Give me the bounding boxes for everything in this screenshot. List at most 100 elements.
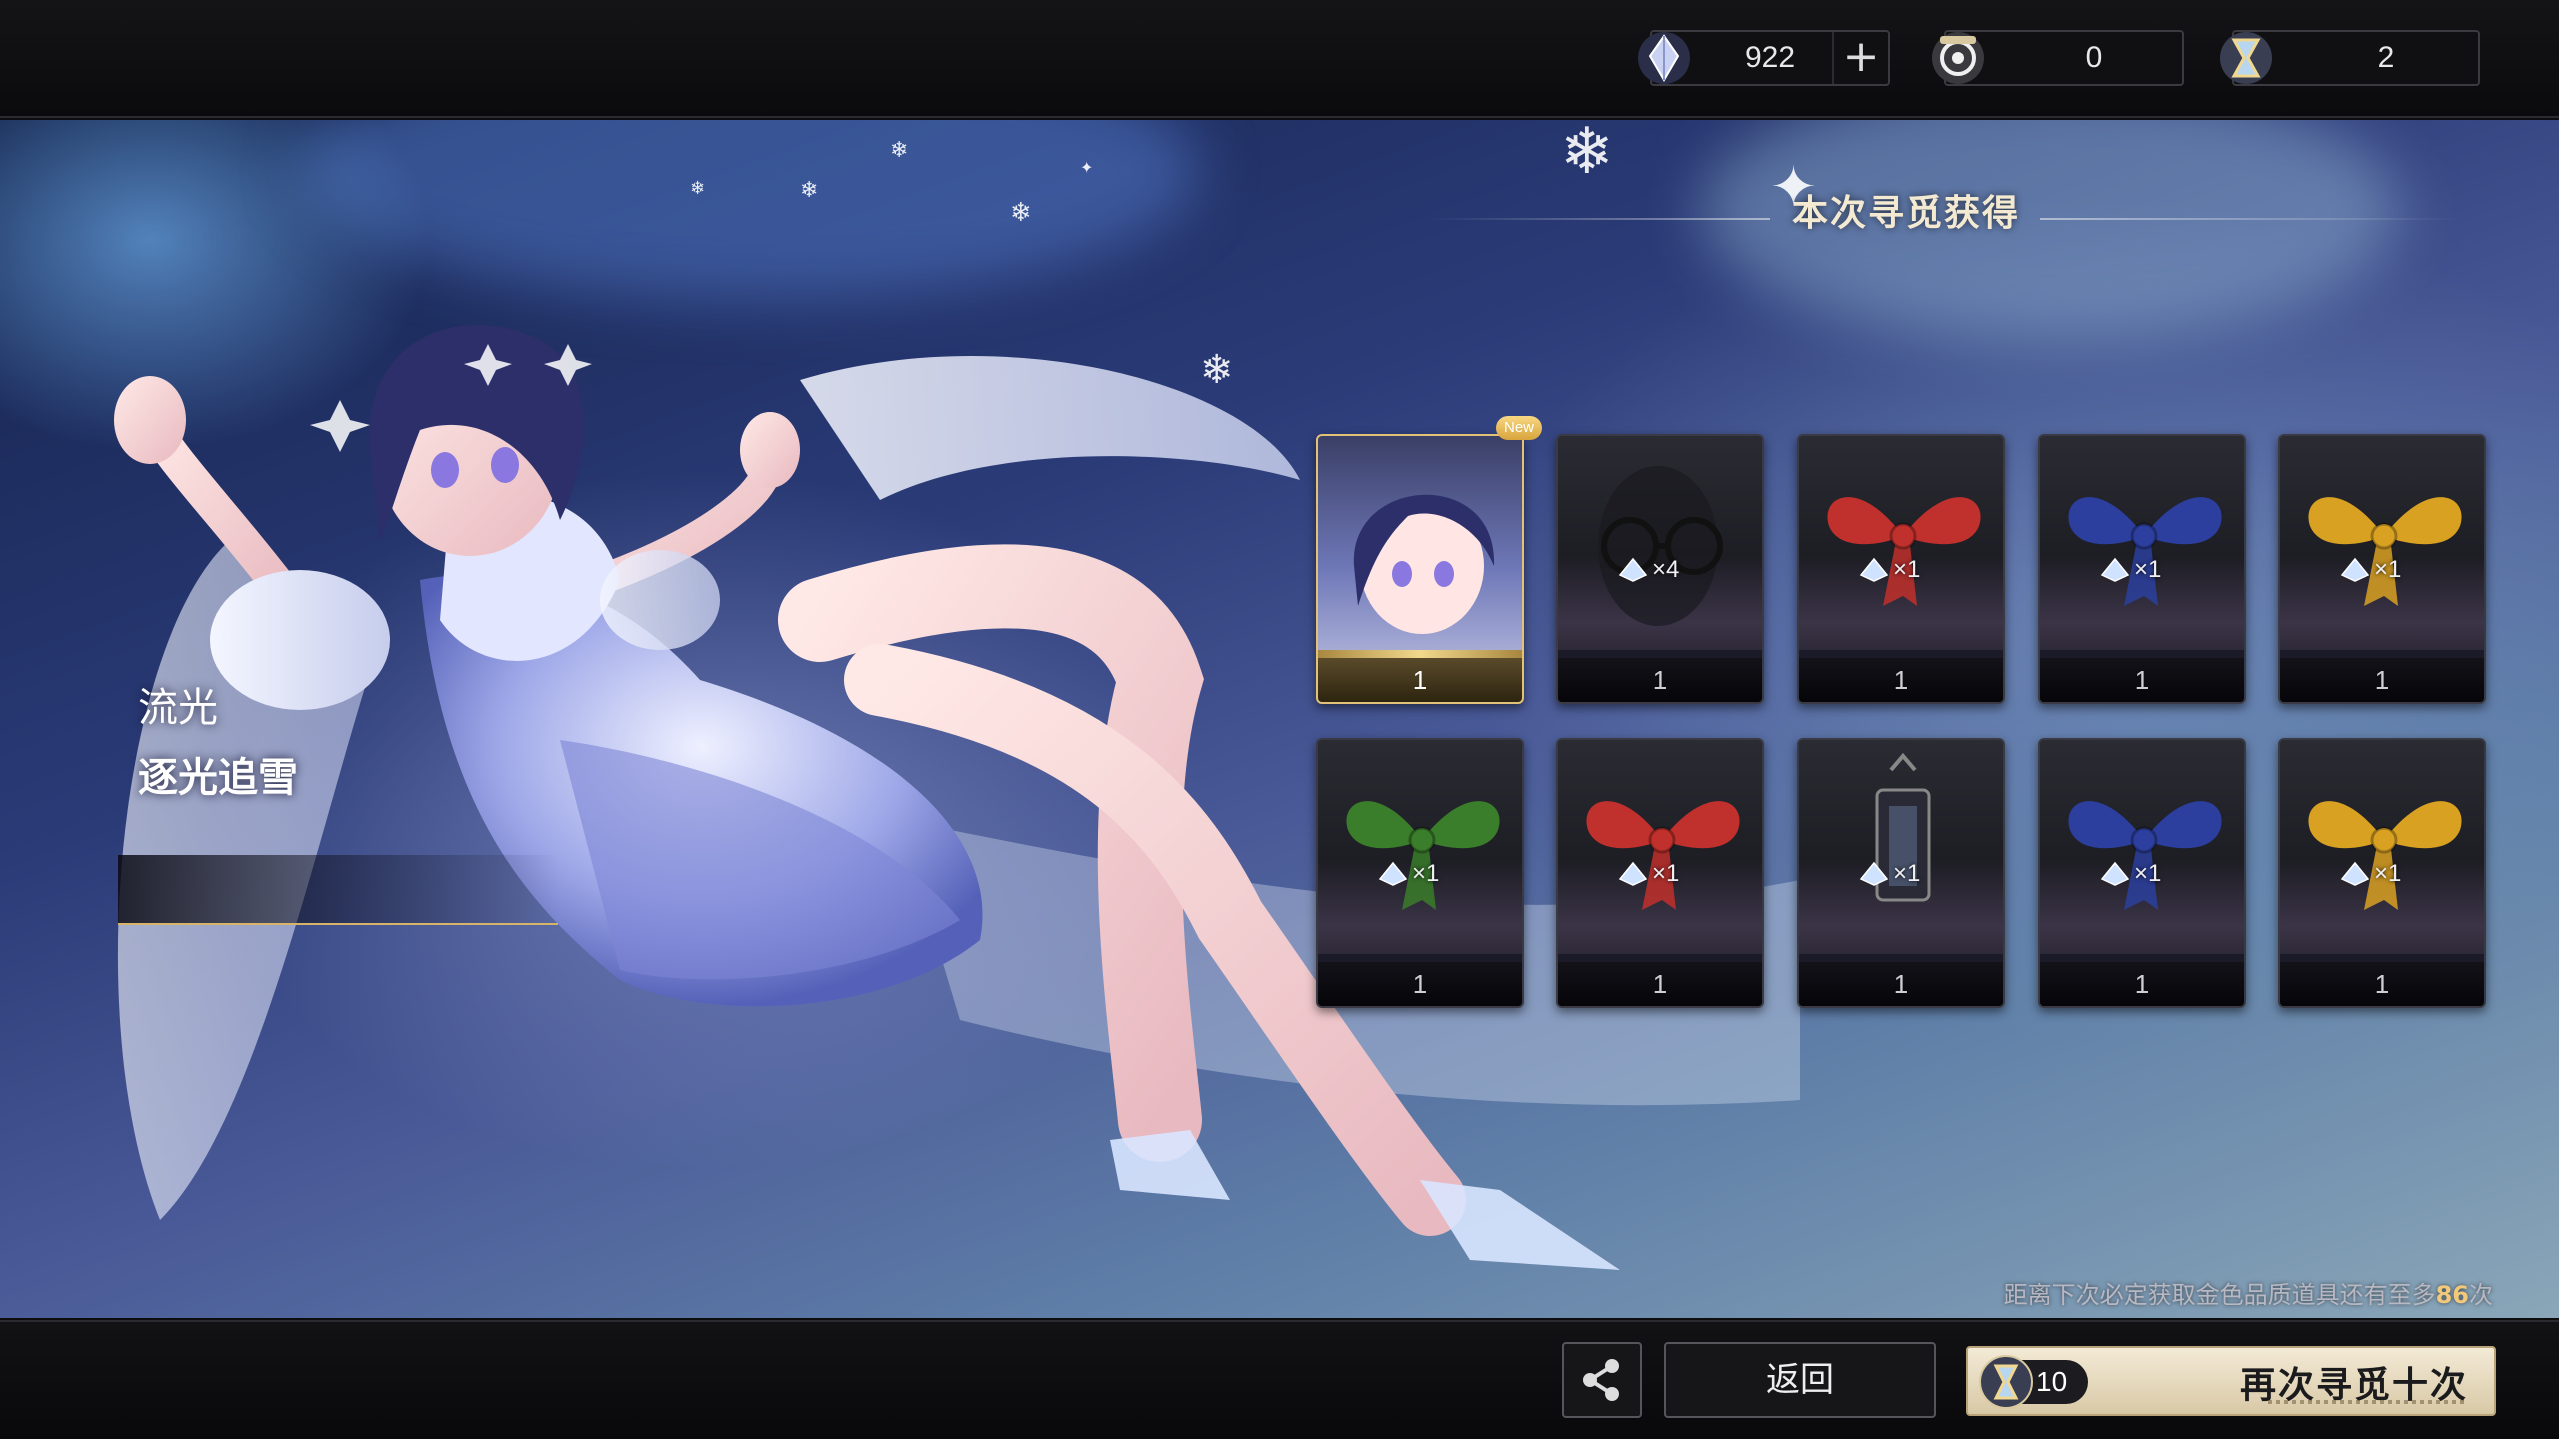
share-icon — [1583, 1359, 1619, 1401]
card-count: 1 — [1893, 969, 1909, 999]
crystal-icon — [1638, 32, 1690, 84]
gacha-result-scene: ❄ ❄ ❄ ❄ ❄ ✦ ❄ ✦ — [0, 120, 2559, 1318]
pity-suffix: 次 — [2469, 1281, 2493, 1309]
bow-item-icon — [1346, 801, 1500, 910]
card-count: 1 — [2134, 665, 2150, 695]
card-rarity-stripe — [2280, 954, 2484, 962]
result-card[interactable]: ×1 1 — [2038, 434, 2246, 704]
compass-ticket-icon — [1932, 32, 1984, 84]
character-rarity-name: 流光 — [138, 685, 218, 731]
card-count: 1 — [1652, 665, 1668, 695]
snowflake-icon: ❄ — [1200, 347, 1234, 393]
add-crystal-button[interactable]: + — [1832, 32, 1888, 84]
card-rarity-stripe — [2040, 650, 2244, 658]
back-button[interactable]: 返回 — [1664, 1342, 1936, 1418]
crystal-icon — [1618, 557, 1648, 582]
compass-value: 0 — [2085, 41, 2103, 74]
card-rarity-stripe — [2040, 954, 2244, 962]
item-quantity: ×1 — [2338, 556, 2401, 584]
snowflake-icon: ❄ — [690, 178, 706, 199]
card-rarity-stripe — [1799, 954, 2003, 962]
card-rarity-stripe — [1558, 954, 1762, 962]
result-card[interactable]: ×1 1 — [1316, 738, 1524, 1008]
item-quantity-value: ×4 — [1652, 556, 1680, 583]
item-quantity: ×4 — [1616, 556, 1679, 584]
card-count: 1 — [2374, 969, 2390, 999]
bow-item-icon — [1586, 801, 1740, 910]
crystal-icon — [1378, 861, 1408, 886]
item-quantity: ×1 — [1616, 860, 1679, 888]
top-bar: 922 + 0 2 — [0, 0, 2559, 118]
item-quantity: ×1 — [1857, 556, 1920, 584]
snowflake-icon: ❄ — [1560, 120, 1614, 189]
card-count: 1 — [1652, 969, 1668, 999]
result-card[interactable]: ×1 1 — [2278, 738, 2486, 1008]
pity-prefix: 距离下次必定获取金色品质道具还有至多 — [2003, 1281, 2436, 1309]
crystal-icon — [2340, 861, 2370, 886]
snowflake-icon: ✦ — [1080, 158, 1094, 177]
card-rarity-stripe — [2280, 650, 2484, 658]
card-count: 1 — [2134, 969, 2150, 999]
item-quantity-value: ×1 — [1652, 860, 1680, 887]
item-quantity: ×1 — [2098, 860, 2161, 888]
card-count: 1 — [1412, 665, 1428, 695]
item-quantity: ×1 — [1857, 860, 1920, 888]
item-quantity-value: ×1 — [1412, 860, 1440, 887]
title-divider-left — [1430, 218, 1770, 220]
item-quantity-value: ×1 — [1893, 860, 1921, 887]
result-card[interactable]: ×1 1 — [1797, 738, 2005, 1008]
share-button[interactable] — [1562, 1342, 1642, 1418]
title-divider-right — [2040, 218, 2460, 220]
card-count: 1 — [2374, 665, 2390, 695]
lantern-item-icon — [1875, 752, 1931, 902]
snowflake-icon: ❄ — [890, 138, 909, 163]
crystal-icon — [1859, 557, 1889, 582]
pity-number: 86 — [2435, 1281, 2469, 1309]
name-plate — [118, 855, 558, 925]
result-card[interactable]: ×1 1 — [2038, 738, 2246, 1008]
result-card[interactable]: ×1 1 — [2278, 434, 2486, 704]
snowflake-icon: ❄ — [1010, 198, 1032, 228]
snowflake-icon: ❄ — [800, 178, 819, 203]
character-portrait — [1353, 494, 1495, 634]
bow-item-icon — [2308, 801, 2462, 910]
bow-item-icon — [2068, 801, 2222, 910]
item-quantity: ×1 — [1376, 860, 1439, 888]
currency-compass[interactable]: 0 — [1932, 30, 2184, 86]
item-quantity: ×1 — [2338, 860, 2401, 888]
character-illustration — [114, 324, 1800, 1270]
result-card[interactable]: 1 — [1316, 434, 1524, 704]
currency-crystal[interactable]: 922 + — [1638, 30, 1890, 86]
currency-hourglass[interactable]: 2 — [2220, 30, 2480, 86]
pity-counter: 距离下次必定获取金色品质道具还有至多86次 — [2004, 1275, 2493, 1310]
character-outfit-name: 逐光追雪 — [138, 754, 298, 801]
item-quantity-value: ×1 — [2134, 860, 2162, 887]
bow-item-icon — [2068, 497, 2222, 606]
hourglass-value: 2 — [2377, 41, 2395, 74]
card-rarity-stripe — [1318, 954, 1522, 962]
crystal-icon — [2100, 557, 2130, 582]
result-card[interactable]: ×1 1 — [1797, 434, 2005, 704]
crystal-icon — [1618, 861, 1648, 886]
card-count: 1 — [1893, 665, 1909, 695]
pull-ten-again-button[interactable]: 10 再次寻觅十次 — [1966, 1346, 2496, 1416]
hourglass-ticket-icon — [2220, 32, 2272, 84]
aurora-glow — [300, 120, 1200, 300]
item-quantity-value: ×1 — [1893, 556, 1921, 583]
crystal-icon — [2340, 557, 2370, 582]
bow-item-icon — [2308, 497, 2462, 606]
crystal-icon — [2100, 861, 2130, 886]
bow-item-icon — [1827, 497, 1981, 606]
crystal-value: 922 — [1744, 41, 1796, 74]
result-card[interactable]: ×4 1 — [1556, 434, 1764, 704]
item-quantity-value: ×1 — [2134, 556, 2162, 583]
card-count: 1 — [1412, 969, 1428, 999]
item-quantity-value: ×1 — [2374, 556, 2402, 583]
crystal-icon — [1859, 861, 1889, 886]
results-title: 本次寻觅获得 — [1792, 192, 2021, 234]
result-card[interactable]: ×1 1 — [1556, 738, 1764, 1008]
item-quantity: ×1 — [2098, 556, 2161, 584]
glasses-item-icon — [1598, 466, 1723, 626]
card-rarity-stripe — [1558, 650, 1762, 658]
card-rarity-stripe — [1318, 650, 1522, 658]
